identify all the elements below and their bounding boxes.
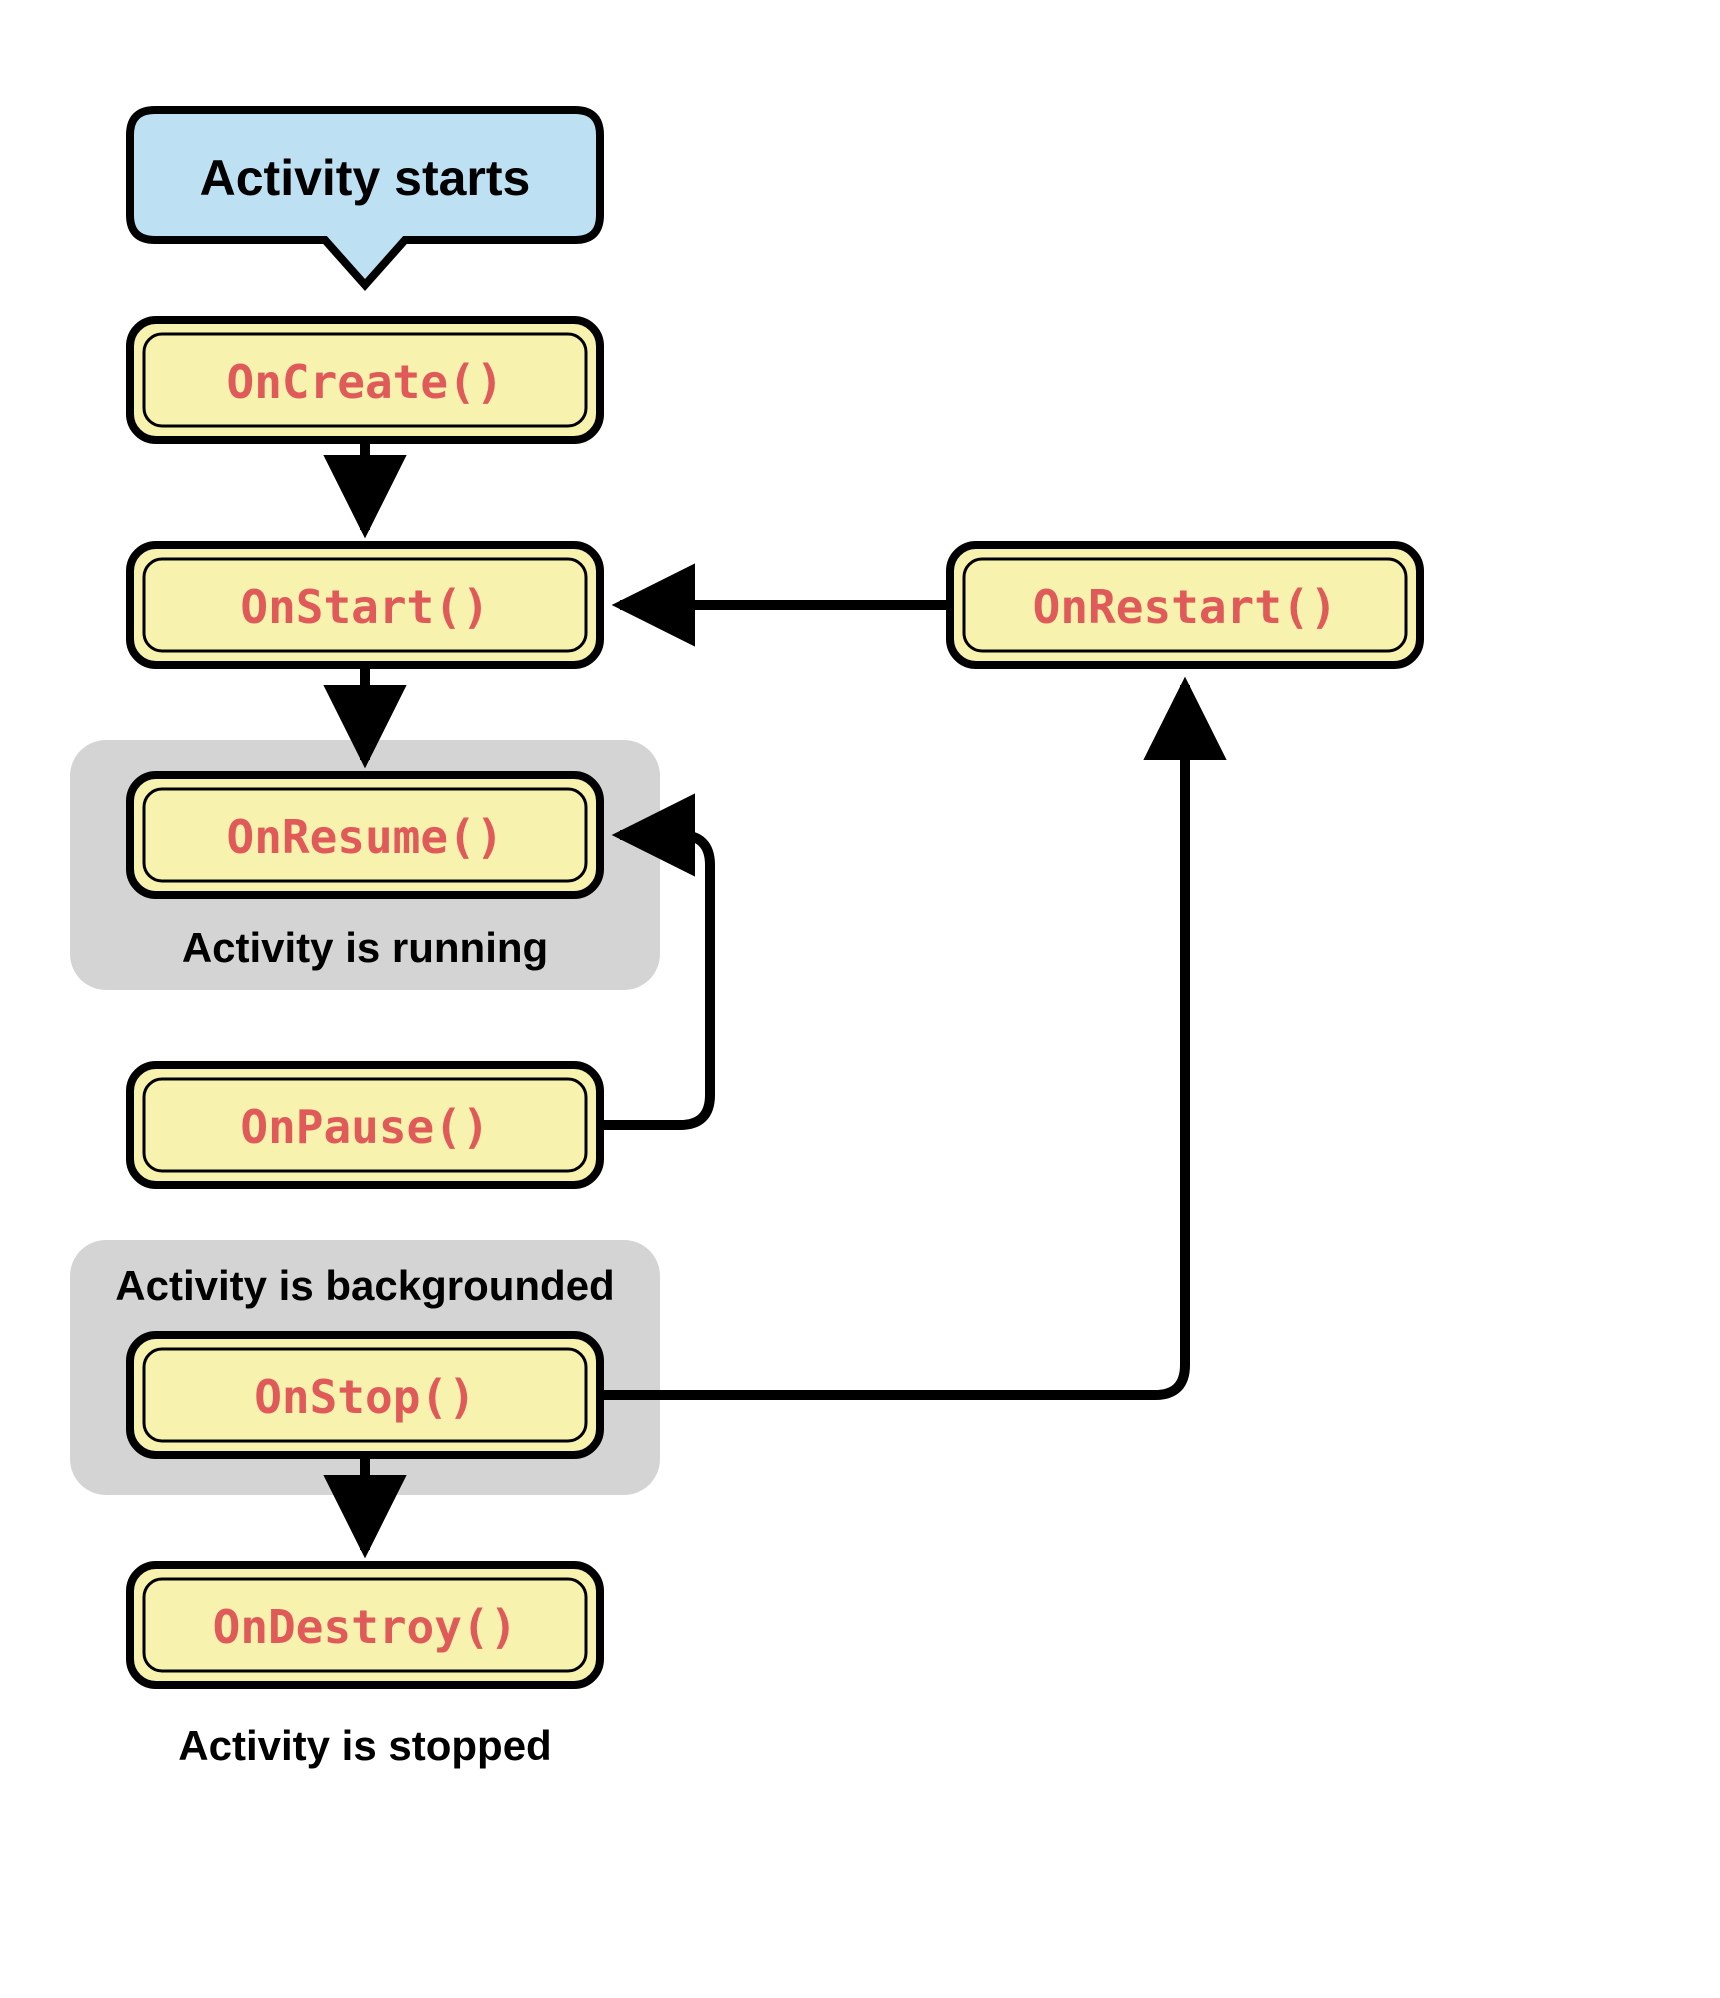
node-onrestart: OnRestart() xyxy=(950,545,1420,665)
label-onpause: OnPause() xyxy=(240,1100,489,1154)
lifecycle-diagram: Activity starts OnCreate() OnStart() OnR… xyxy=(0,0,1720,1998)
node-onstop: OnStop() xyxy=(130,1335,600,1455)
label-activity-starts: Activity starts xyxy=(200,150,531,206)
node-oncreate: OnCreate() xyxy=(130,320,600,440)
node-onresume: OnResume() xyxy=(130,775,600,895)
caption-backgrounded: Activity is backgrounded xyxy=(115,1262,614,1309)
label-ondestroy: OnDestroy() xyxy=(213,1600,518,1654)
label-oncreate: OnCreate() xyxy=(227,355,504,409)
caption-running: Activity is running xyxy=(182,924,548,971)
node-onstart: OnStart() xyxy=(130,545,600,665)
label-onresume: OnResume() xyxy=(227,810,504,864)
label-onstop: OnStop() xyxy=(254,1370,476,1424)
node-ondestroy: OnDestroy() xyxy=(130,1565,600,1685)
caption-stopped: Activity is stopped xyxy=(178,1722,551,1769)
label-onstart: OnStart() xyxy=(240,580,489,634)
label-onrestart: OnRestart() xyxy=(1033,580,1338,634)
node-activity-starts: Activity starts xyxy=(130,110,600,285)
arrow-onstop-onrestart xyxy=(600,685,1185,1395)
node-onpause: OnPause() xyxy=(130,1065,600,1185)
